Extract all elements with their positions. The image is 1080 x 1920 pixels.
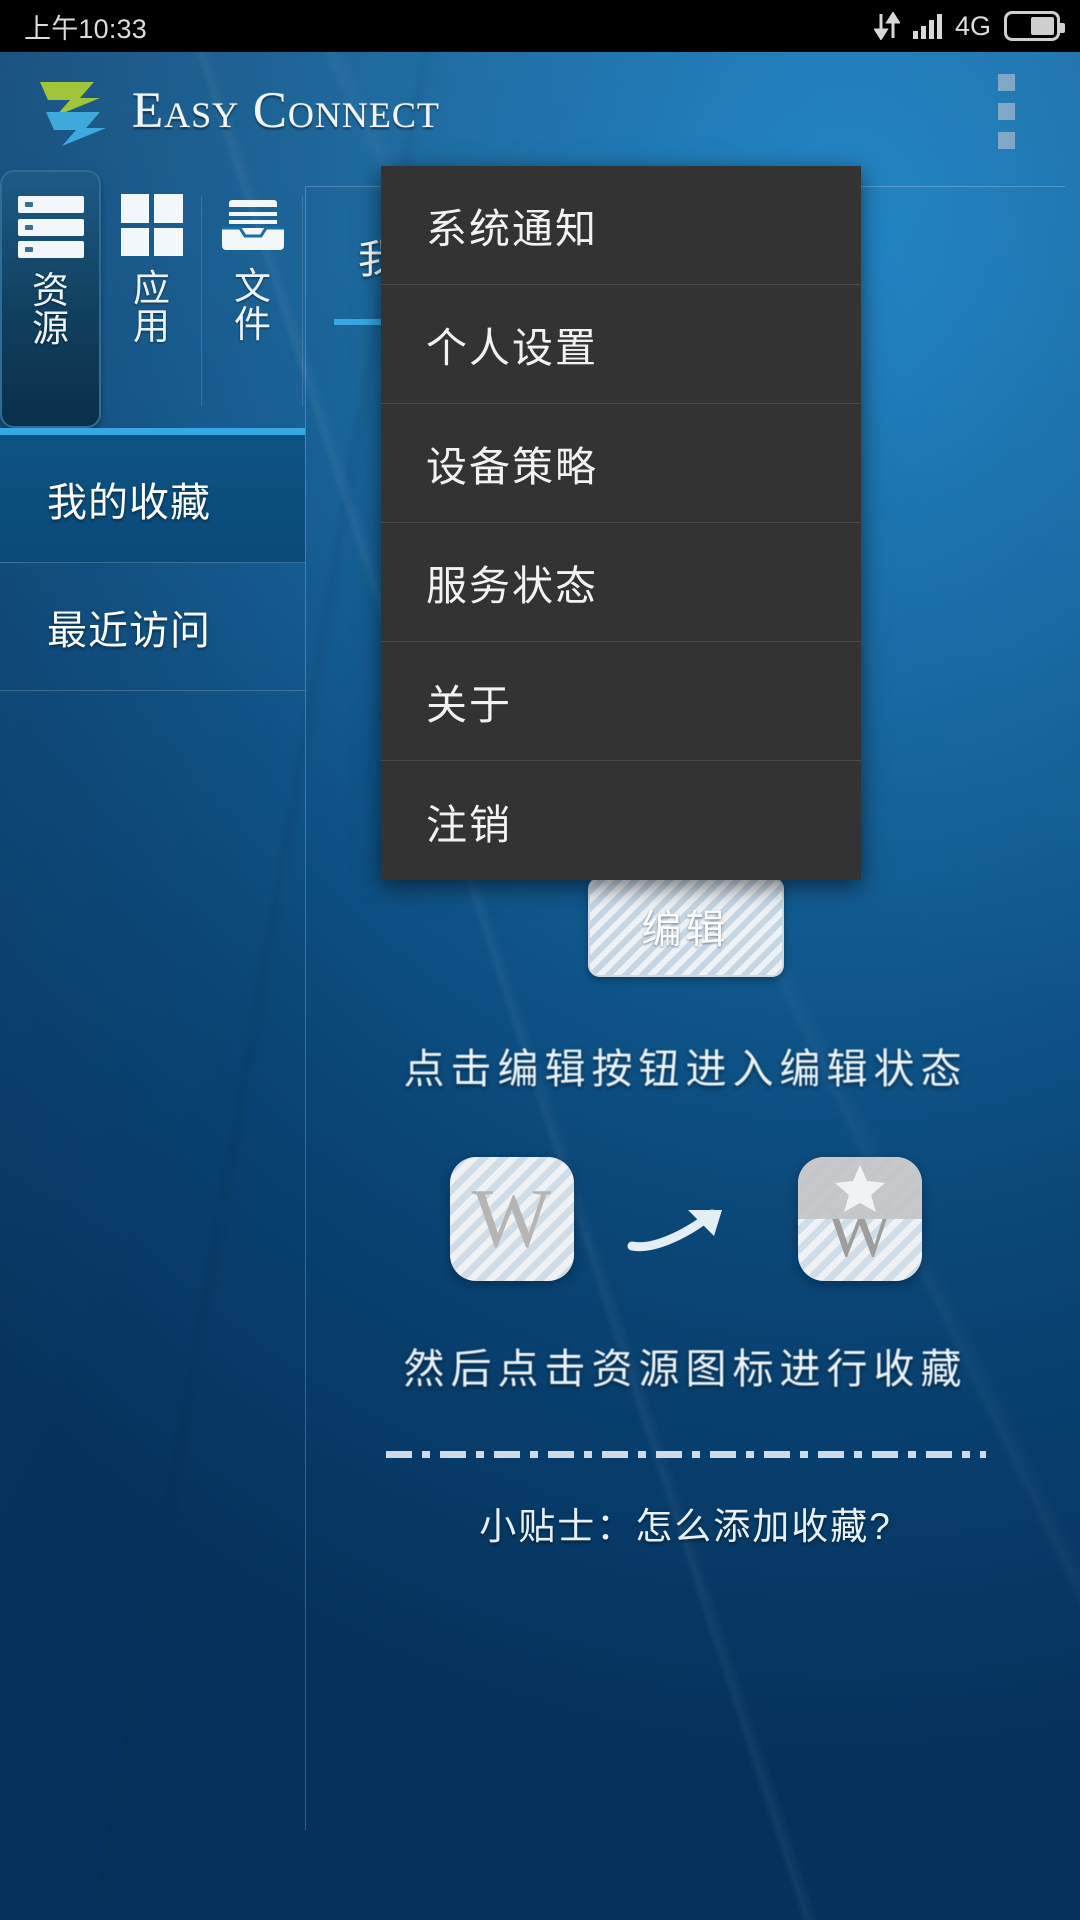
tip-text: 小贴士：怎么添加收藏?: [479, 1506, 892, 1547]
file-tray-icon: [221, 200, 284, 250]
status-time: 上午10:33: [24, 13, 147, 44]
tab-files-label: 文件: [234, 266, 271, 346]
menu-item-personal-settings[interactable]: 个人设置: [381, 285, 861, 404]
resource-icon-favorited: W: [797, 1157, 922, 1281]
menu-item-system-notifications-label: 系统通知: [426, 206, 598, 252]
network-type-label: 4G: [954, 10, 991, 41]
app-header: Easy Connect: [0, 52, 1080, 170]
status-bar: 上午10:33 4G: [0, 0, 1080, 52]
sidebar-item-favorites-label: 我的收藏: [47, 480, 211, 525]
tab-apps-label: 应用: [133, 268, 170, 348]
left-column: 资源 应用 文件 我的收藏 最近访问: [0, 170, 305, 1920]
app-title: Easy Connect: [132, 83, 440, 139]
menu-item-service-status[interactable]: 服务状态: [381, 523, 861, 642]
sidebar: 我的收藏 最近访问: [0, 428, 305, 691]
overflow-menu: 系统通知 个人设置 设备策略 服务状态 关于 注销: [381, 166, 861, 880]
status-icons: 4G: [873, 10, 1065, 42]
tutorial-step-1-text: 点击编辑按钮进入编辑状态: [403, 1045, 968, 1093]
tutorial-block: 编辑 点击编辑按钮进入编辑状态 W W 然后点击资源图标进行收藏 小贴士：怎么添…: [306, 877, 1065, 1550]
menu-item-service-status-label: 服务状态: [426, 563, 598, 609]
sidebar-item-favorites[interactable]: 我的收藏: [0, 435, 305, 563]
dashed-divider: [385, 1451, 986, 1458]
signal-icon: [912, 13, 942, 39]
resource-icon-letter: W: [471, 1172, 552, 1265]
battery-icon: [1004, 11, 1065, 41]
grid-apps-icon: [120, 194, 183, 256]
app-logo: Easy Connect: [36, 76, 440, 146]
menu-item-device-policy[interactable]: 设备策略: [381, 404, 861, 523]
tab-resources-label: 资源: [32, 270, 69, 350]
server-list-icon: [17, 196, 84, 258]
sidebar-accent-rule: [0, 428, 305, 435]
edit-button-label: 编辑: [641, 907, 730, 953]
tab-resources[interactable]: 资源: [0, 170, 101, 428]
overflow-menu-icon[interactable]: [978, 65, 1034, 157]
easy-connect-logo-icon: [40, 82, 106, 146]
menu-item-about[interactable]: 关于: [381, 642, 861, 761]
menu-item-logout-label: 注销: [426, 801, 512, 848]
tab-files[interactable]: 文件: [202, 170, 303, 428]
tab-bar: 资源 应用 文件: [0, 170, 305, 428]
tutorial-step-2-text: 然后点击资源图标进行收藏: [403, 1345, 968, 1393]
edit-button[interactable]: 编辑: [587, 877, 784, 977]
app-screen: 上午10:33 4G Easy Connect 资源 应用 文件 我的收藏 最近…: [0, 0, 1080, 1920]
resource-icon-plain: W: [449, 1157, 574, 1281]
data-transfer-icon: [873, 12, 900, 40]
tutorial-icon-row: W W: [306, 1157, 1065, 1281]
menu-item-device-policy-label: 设备策略: [426, 444, 598, 490]
tab-apps[interactable]: 应用: [101, 170, 202, 428]
menu-item-logout[interactable]: 注销: [381, 761, 861, 880]
menu-item-personal-settings-label: 个人设置: [426, 325, 598, 371]
curved-arrow-icon: [627, 1209, 722, 1252]
star-badge-icon: [797, 1157, 922, 1219]
sidebar-item-recent-label: 最近访问: [47, 608, 211, 653]
menu-item-system-notifications[interactable]: 系统通知: [381, 166, 861, 285]
menu-item-about-label: 关于: [426, 682, 512, 728]
sidebar-item-recent[interactable]: 最近访问: [0, 563, 305, 691]
